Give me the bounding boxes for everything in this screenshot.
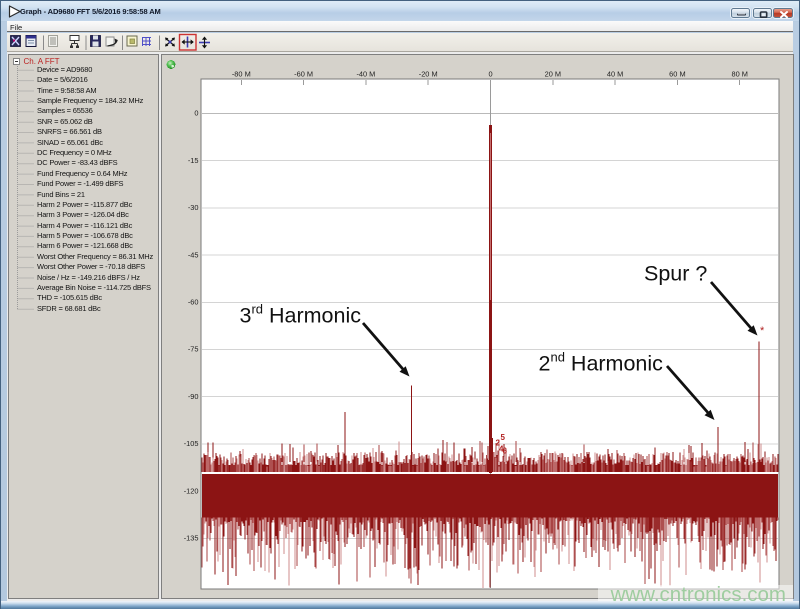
svg-text:*: * [760,325,765,337]
svg-text:-80 M: -80 M [232,70,251,79]
svg-text:Spur ?: Spur ? [644,262,707,286]
svg-text:-135: -135 [184,534,199,543]
svg-text:-75: -75 [188,345,199,354]
svg-text:0: 0 [488,70,492,79]
svg-text:-15: -15 [188,156,199,165]
svg-text:-45: -45 [188,250,199,259]
svg-text:-60: -60 [188,298,199,307]
svg-text:-90: -90 [188,392,199,401]
svg-text:5: 5 [501,433,506,442]
svg-text:40 M: 40 M [607,70,623,79]
svg-text:0: 0 [194,109,198,118]
svg-text:-105: -105 [184,439,199,448]
svg-text:-120: -120 [184,486,199,495]
svg-text:-20 M: -20 M [419,70,438,79]
svg-text:-30: -30 [188,203,199,212]
svg-text:6: 6 [503,447,508,456]
svg-text:-60 M: -60 M [294,70,313,79]
svg-text:60 M: 60 M [669,70,685,79]
svg-text:-40 M: -40 M [356,70,375,79]
svg-text:20 M: 20 M [545,70,561,79]
svg-text:80 M: 80 M [731,70,747,79]
